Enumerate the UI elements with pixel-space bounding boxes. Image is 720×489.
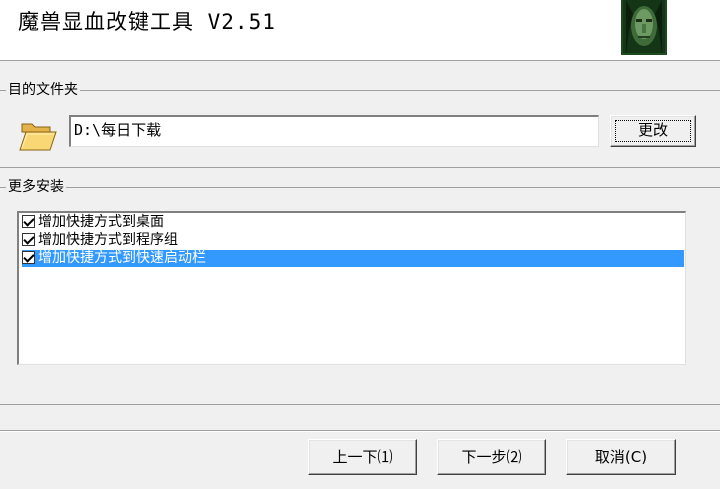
list-item-program-group-shortcut[interactable]: 增加快捷方式到程序组 — [22, 232, 684, 249]
next-button-label: 下一步⑵ — [461, 448, 522, 466]
destination-group-label: 目的文件夹 — [6, 81, 80, 99]
next-button[interactable]: 下一步⑵ — [437, 439, 546, 475]
quick-launch-shortcut-checkbox[interactable] — [22, 251, 35, 264]
back-button-label: 上一下⑴ — [332, 448, 393, 466]
focus-ring — [615, 120, 691, 142]
folder-open-icon — [19, 118, 57, 152]
more-install-group-label: 更多安装 — [6, 178, 66, 196]
list-item-quick-launch-shortcut[interactable]: 增加快捷方式到快速启动栏 — [22, 250, 684, 267]
app-title: 魔兽显血改键工具 V2.51 — [18, 10, 276, 34]
warcraft-face-icon — [621, 0, 667, 55]
shortcut-options-list[interactable]: 增加快捷方式到桌面 增加快捷方式到程序组 增加快捷方式到快速启动栏 — [17, 211, 686, 365]
program-group-shortcut-label: 增加快捷方式到程序组 — [38, 232, 178, 248]
change-folder-button[interactable]: 更改 — [610, 115, 696, 147]
list-item-desktop-shortcut[interactable]: 增加快捷方式到桌面 — [22, 214, 684, 231]
desktop-shortcut-checkbox[interactable] — [22, 215, 35, 228]
destination-path-input[interactable]: D:\每日下载 — [69, 115, 599, 147]
back-button[interactable]: 上一下⑴ — [308, 439, 417, 475]
desktop-shortcut-label: 增加快捷方式到桌面 — [38, 214, 164, 230]
cancel-button[interactable]: 取消(C) — [566, 439, 676, 475]
cancel-button-label: 取消(C) — [594, 448, 648, 466]
quick-launch-shortcut-label: 增加快捷方式到快速启动栏 — [37, 250, 207, 266]
wizard-header: 魔兽显血改键工具 V2.51 — [0, 0, 720, 61]
footer-divider-highlight — [0, 431, 720, 432]
program-group-shortcut-checkbox[interactable] — [22, 233, 35, 246]
